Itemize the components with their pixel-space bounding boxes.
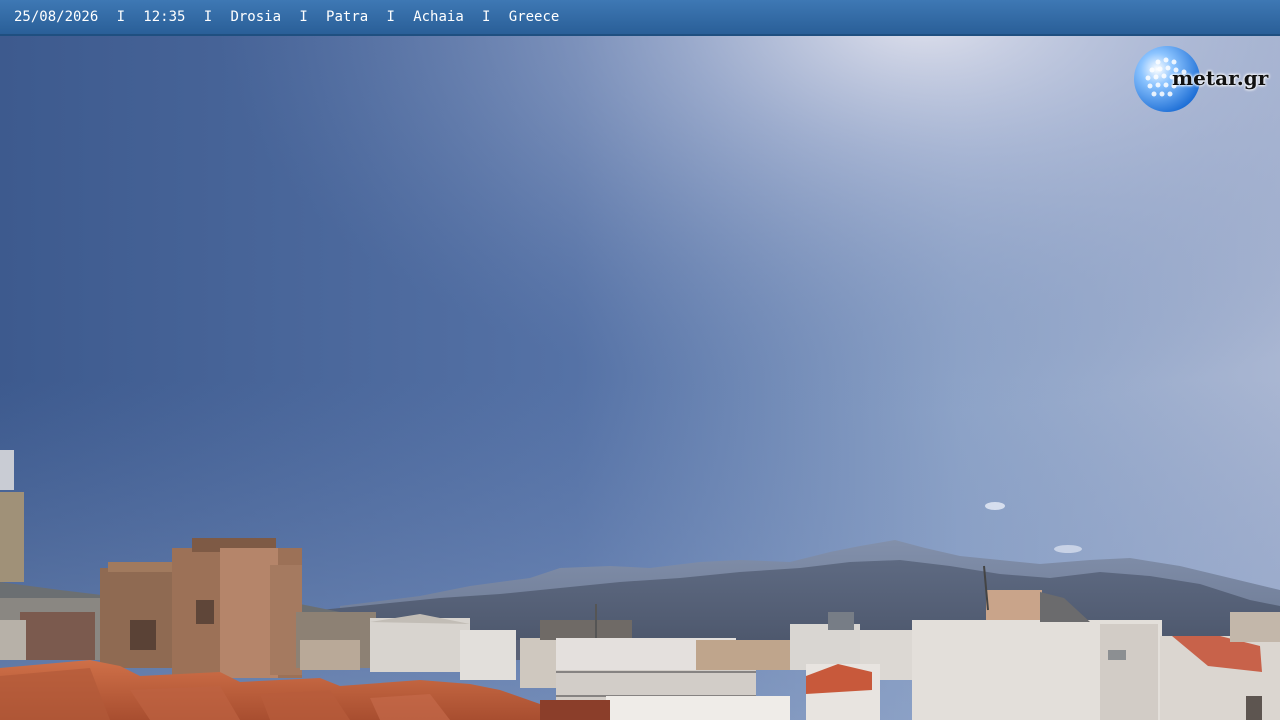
- separator: I: [203, 9, 213, 25]
- separator: I: [299, 9, 308, 25]
- time-label: 12:35: [143, 9, 186, 25]
- logo-text: metar.gr: [1172, 66, 1269, 90]
- area-label: Drosia: [230, 9, 282, 25]
- separator: I: [386, 9, 395, 25]
- webcam-info-bar: 25/08/2026 I 12:35 I Drosia I Patra I Ac…: [0, 0, 1280, 36]
- region-label: Achaia: [413, 9, 464, 25]
- metar-logo: metar.gr: [1132, 44, 1274, 114]
- webcam-scene: [0, 0, 1280, 720]
- date-label: 25/08/2026: [14, 9, 99, 25]
- country-label: Greece: [508, 9, 560, 25]
- separator: I: [482, 9, 491, 25]
- webcam-frame: 25/08/2026 I 12:35 I Drosia I Patra I Ac…: [0, 0, 1280, 720]
- city-label: Patra: [326, 9, 369, 25]
- separator: I: [116, 9, 126, 25]
